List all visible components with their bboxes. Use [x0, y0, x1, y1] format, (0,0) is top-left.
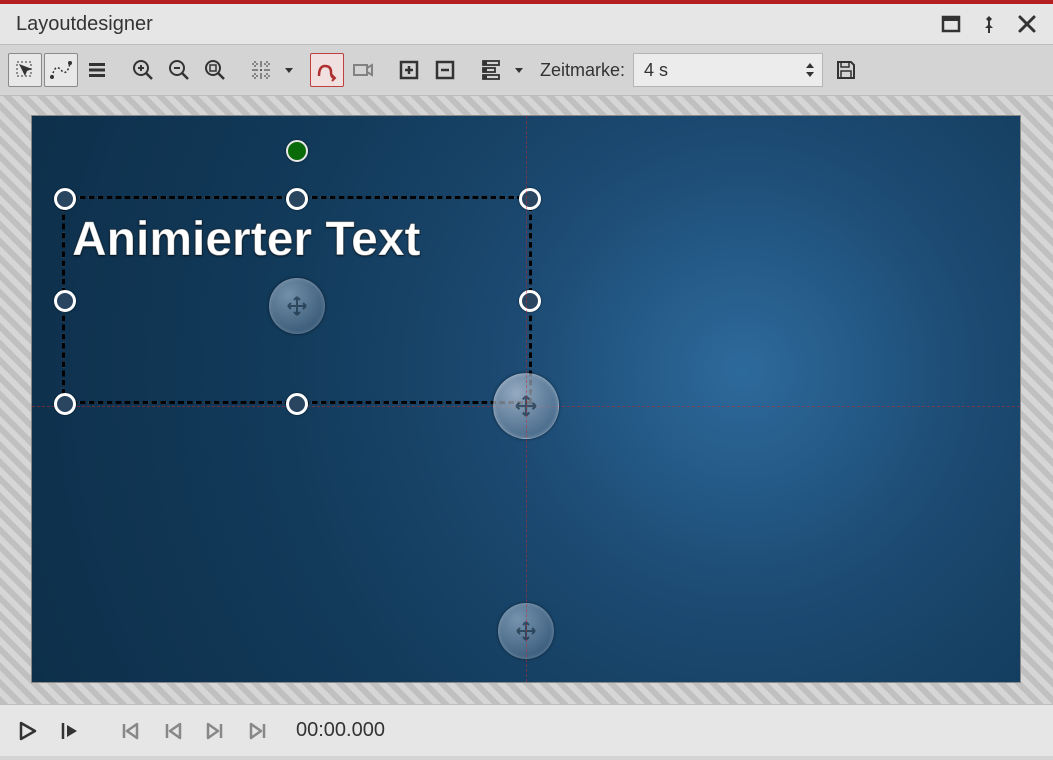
- zoom-fit-button[interactable]: [198, 53, 232, 87]
- resize-handle-w[interactable]: [54, 290, 76, 312]
- pin-icon[interactable]: [979, 14, 999, 34]
- next-frame-button[interactable]: [198, 714, 232, 748]
- path-tool-button[interactable]: [44, 53, 78, 87]
- resize-handle-e[interactable]: [519, 290, 541, 312]
- title-bar: Layoutdesigner: [0, 0, 1053, 44]
- move-anchor-bottom[interactable]: [498, 603, 554, 659]
- close-icon[interactable]: [1017, 14, 1037, 34]
- keyframe-add-button[interactable]: [392, 53, 426, 87]
- animated-text-object[interactable]: Animierter Text: [72, 212, 421, 267]
- resize-handle-n[interactable]: [286, 188, 308, 210]
- skip-end-button[interactable]: [240, 714, 274, 748]
- motion-path-button[interactable]: [310, 53, 344, 87]
- grid-dropdown-button[interactable]: [280, 53, 298, 87]
- zoom-out-button[interactable]: [162, 53, 196, 87]
- move-anchor-object[interactable]: [269, 278, 325, 334]
- camera-button[interactable]: [346, 53, 380, 87]
- zeitmarke-input[interactable]: 4 s: [633, 53, 823, 87]
- spinner-icon[interactable]: [804, 61, 816, 79]
- rotate-handle[interactable]: [286, 140, 308, 162]
- grid-button[interactable]: [244, 53, 278, 87]
- save-button[interactable]: [829, 53, 863, 87]
- resize-handle-sw[interactable]: [54, 393, 76, 415]
- resize-handle-ne[interactable]: [519, 188, 541, 210]
- keyframe-remove-button[interactable]: [428, 53, 462, 87]
- resize-handle-s[interactable]: [286, 393, 308, 415]
- play-button[interactable]: [10, 714, 44, 748]
- align-dropdown-button[interactable]: [510, 53, 528, 87]
- canvas-area: Animierter Text: [0, 96, 1053, 704]
- skip-start-button[interactable]: [114, 714, 148, 748]
- resize-handle-nw[interactable]: [54, 188, 76, 210]
- playback-bar: 00:00.000: [0, 704, 1053, 756]
- prev-frame-button[interactable]: [156, 714, 190, 748]
- toolbar: Zeitmarke: 4 s: [0, 44, 1053, 96]
- select-tool-button[interactable]: [8, 53, 42, 87]
- align-button[interactable]: [474, 53, 508, 87]
- index-tool-button[interactable]: [80, 53, 114, 87]
- canvas[interactable]: Animierter Text: [32, 116, 1020, 682]
- windowshade-icon[interactable]: [941, 14, 961, 34]
- timecode-display: 00:00.000: [296, 719, 385, 742]
- move-anchor-center[interactable]: [493, 373, 559, 439]
- window-title: Layoutdesigner: [16, 13, 153, 36]
- zoom-in-button[interactable]: [126, 53, 160, 87]
- play-from-cursor-button[interactable]: [52, 714, 86, 748]
- zeitmarke-value: 4 s: [644, 60, 668, 81]
- zeitmarke-label: Zeitmarke:: [540, 60, 625, 81]
